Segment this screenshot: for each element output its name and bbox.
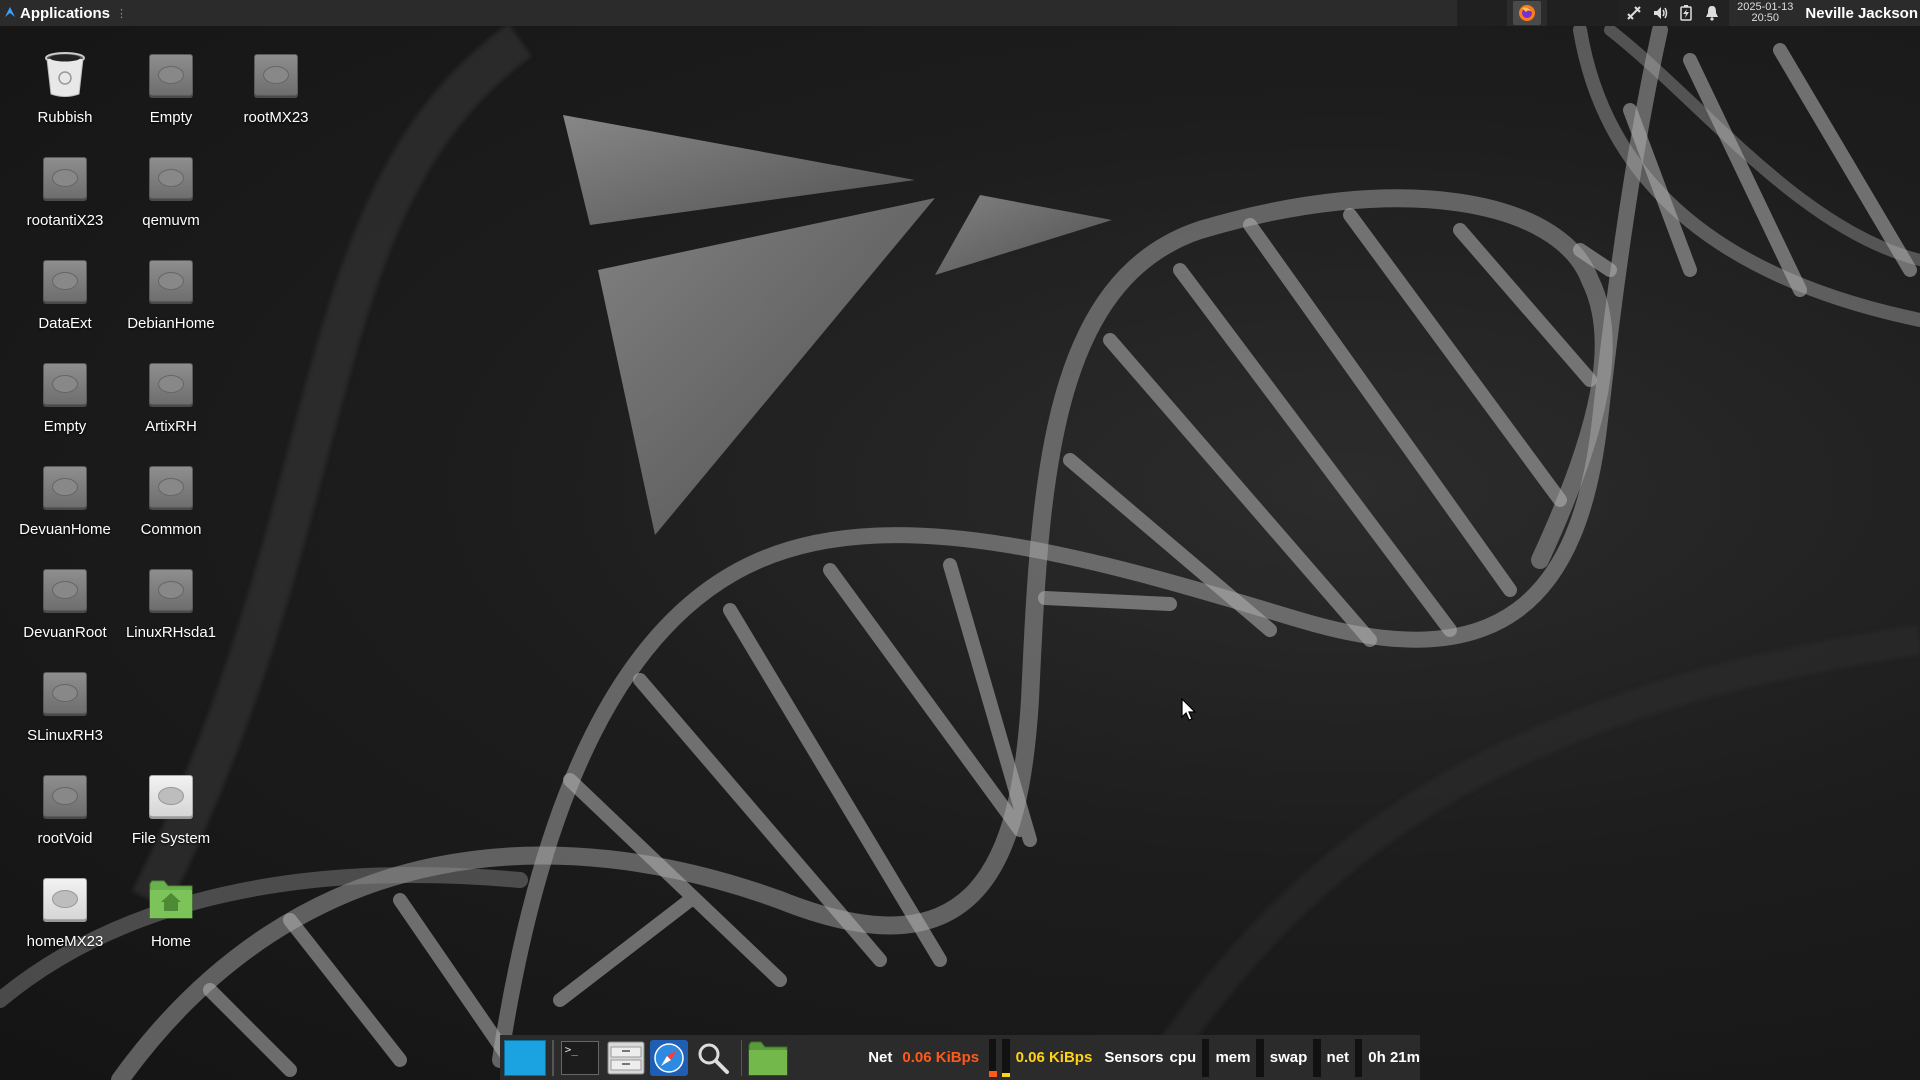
desktop-icon-label: DebianHome (127, 315, 215, 332)
desktop-icon-label: File System (131, 830, 211, 847)
cpu-graph (1202, 1038, 1210, 1077)
desktop-icon-dataext[interactable]: DataExt (12, 244, 118, 340)
desktop-icon-devuanroot[interactable]: DevuanRoot (12, 553, 118, 649)
cpu-label: cpu (1169, 1049, 1197, 1066)
desktop-icon-rubbish[interactable]: Rubbish (12, 38, 118, 134)
desktop-icon-label: Empty (43, 418, 87, 435)
web-browser-icon[interactable] (647, 1039, 691, 1077)
drive-icon (149, 54, 193, 96)
desktop-icon-debianhome[interactable]: DebianHome (118, 244, 224, 340)
drive-icon-light (149, 775, 193, 817)
drive-icon (149, 466, 193, 508)
desktop-icon-label: rootMX23 (243, 109, 309, 126)
desktop-icon-label: rootantiX23 (26, 212, 104, 229)
clock[interactable]: 2025-01-13 20:50 (1729, 2, 1801, 24)
desktop-icon-linuxrhsda1[interactable]: LinuxRHsda1 (118, 553, 224, 649)
desktop-icon-empty-1[interactable]: Empty (118, 38, 224, 134)
desktop-icon-label: ArtixRH (145, 418, 197, 435)
desktop-icon-label: DevuanRoot (23, 624, 107, 641)
drive-icon (149, 569, 193, 611)
desktop-icon-homemx23[interactable]: homeMX23 (12, 862, 118, 958)
workspace-switcher[interactable] (1457, 0, 1508, 26)
drive-icon (149, 260, 193, 302)
desktop-icon-home[interactable]: Home (118, 862, 224, 958)
drive-icon (43, 260, 87, 302)
dock-separator (740, 1039, 743, 1076)
net-graph (1355, 1038, 1363, 1077)
desktop-icon-devuanhome[interactable]: DevuanHome (12, 450, 118, 546)
firefox-icon[interactable] (1513, 1, 1542, 25)
search-icon[interactable] (691, 1039, 735, 1077)
desktop-icon-label: Common (140, 521, 202, 538)
mem-graph (1256, 1038, 1264, 1077)
swap-label: swap (1269, 1049, 1308, 1066)
panel-grip-icon[interactable]: ⋮ (116, 7, 127, 20)
drive-icon (43, 569, 87, 611)
desktop-icon-label: DevuanHome (19, 521, 111, 538)
desktop-icon-empty-2[interactable]: Empty (12, 347, 118, 443)
desktop-icon-label: qemuvm (142, 212, 200, 229)
clock-time: 20:50 (1751, 12, 1780, 24)
drive-icon (254, 54, 298, 96)
applications-menu-button[interactable]: Applications ⋮ (0, 0, 133, 26)
top-panel: Applications ⋮ 2025-01-13 20:50 Neville … (0, 0, 1920, 26)
desktop-icon-label: SLinuxRH3 (27, 727, 103, 744)
system-tray (1617, 0, 1730, 26)
desktop-icon-artixrh[interactable]: ArtixRH (118, 347, 224, 443)
desktop-icon-rootmx23[interactable]: rootMX23 (223, 38, 329, 134)
net-label: Net (868, 1049, 893, 1066)
desktop-icon-label: homeMX23 (26, 933, 104, 950)
desktop-icon-qemuvm[interactable]: qemuvm (118, 141, 224, 237)
dock-separator (552, 1039, 554, 1076)
sensors-button[interactable]: Sensors (1104, 1049, 1163, 1066)
drive-icon (43, 775, 87, 817)
show-desktop-icon[interactable] (504, 1039, 546, 1077)
terminal-icon[interactable]: >_ (560, 1039, 600, 1077)
mem-label: mem (1215, 1049, 1251, 1066)
applications-label: Applications (20, 4, 111, 22)
desktop-wallpaper (0, 22, 1920, 1080)
battery-icon[interactable] (1677, 4, 1695, 22)
window-buttons-area (1547, 0, 1618, 26)
net-up-graph (1002, 1038, 1011, 1077)
drive-icon (43, 157, 87, 199)
desktop-icon-label: rootVoid (37, 830, 93, 847)
drive-icon (43, 363, 87, 405)
user-name[interactable]: Neville Jackson (1801, 5, 1920, 22)
desktop-icon-common[interactable]: Common (118, 450, 224, 546)
file-manager-icon[interactable] (604, 1039, 648, 1077)
net-up-rate: 0.06 KiBps (1015, 1049, 1093, 1066)
desktop-icon-label: DataExt (38, 315, 92, 332)
drive-icon (149, 157, 193, 199)
trash-icon (42, 52, 88, 98)
desktop-icon-label: LinuxRHsda1 (125, 624, 217, 641)
net-down-rate: 0.06 KiBps (902, 1049, 980, 1066)
notification-bell-icon[interactable] (1703, 4, 1721, 22)
mx-logo-icon (4, 5, 16, 22)
drive-icon (43, 466, 87, 508)
desktop-icon-label: Home (150, 933, 191, 950)
desktop-icon-slinuxrh3[interactable]: SLinuxRH3 (12, 656, 118, 752)
desktop-icon-label: Rubbish (37, 109, 93, 126)
home-folder-icon (148, 876, 194, 922)
folder-icon[interactable] (748, 1039, 788, 1077)
net-graph-label: net (1326, 1049, 1350, 1066)
desktop-icon-rootvoid[interactable]: rootVoid (12, 759, 118, 855)
drive-icon (43, 672, 87, 714)
desktop-icon-file-system[interactable]: File System (118, 759, 224, 855)
mouse-cursor-icon (1181, 698, 1197, 721)
bottom-dock-panel: >_ Net 0.06 KiBps 0.06 KiBps Sensors cpu… (500, 1035, 1420, 1080)
drive-icon-light (43, 878, 87, 920)
drive-icon (149, 363, 193, 405)
swap-graph (1313, 1038, 1321, 1077)
network-icon[interactable] (1625, 4, 1643, 22)
desktop-icon-label: Empty (149, 109, 193, 126)
desktop-icon-rootantix23[interactable]: rootantiX23 (12, 141, 118, 237)
net-down-graph (989, 1038, 998, 1077)
uptime: 0h 21m (1368, 1049, 1420, 1066)
volume-icon[interactable] (1651, 4, 1669, 22)
